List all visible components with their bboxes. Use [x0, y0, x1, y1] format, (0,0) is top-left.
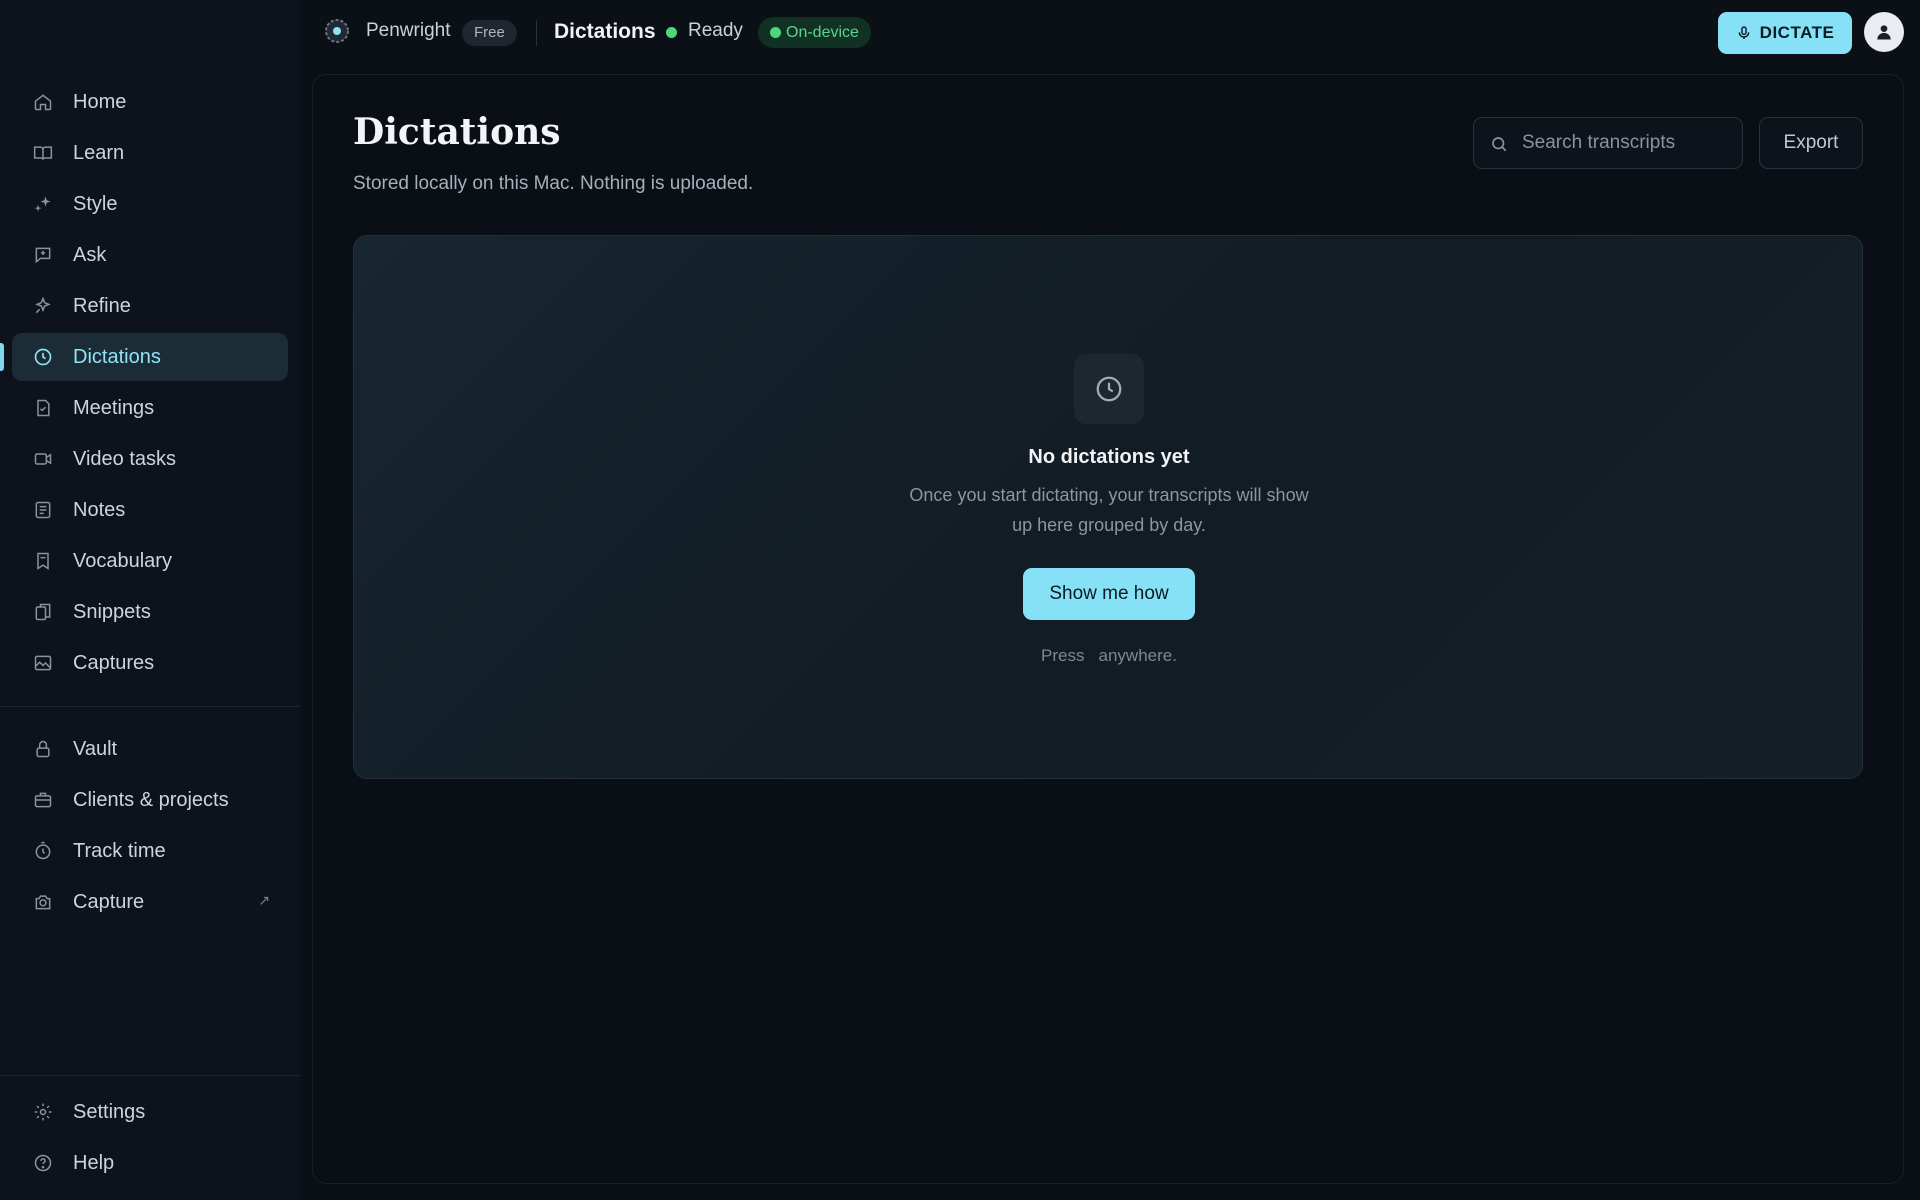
clock-icon	[1074, 354, 1144, 424]
search-icon	[1490, 135, 1508, 153]
hint-press: Press	[1041, 646, 1085, 665]
sidebar-item-label: Style	[73, 192, 118, 215]
status-text: Ready	[688, 20, 743, 41]
page-subtitle: Stored locally on this Mac. Nothing is u…	[353, 173, 754, 194]
sidebar-item-home[interactable]: Home	[12, 78, 288, 126]
sidebar-item-meetings[interactable]: Meetings	[12, 384, 288, 432]
sidebar-item-vault[interactable]: Vault	[12, 725, 288, 773]
sidebar-item-label: Meetings	[73, 396, 155, 419]
refine-icon	[32, 295, 54, 317]
sidebar-item-captures[interactable]: Captures	[12, 639, 288, 687]
user-icon	[1874, 22, 1894, 42]
app-logo-icon	[324, 18, 350, 44]
shortcut-hint: Press anywhere.	[354, 646, 1864, 666]
plan-badge: Free	[462, 20, 517, 46]
sidebar-item-ask[interactable]: Ask	[12, 231, 288, 279]
dictate-button[interactable]: DICTATE	[1718, 12, 1852, 54]
sidebar-item-clients-projects[interactable]: Clients & projects	[12, 776, 288, 824]
empty-state-title: No dictations yet	[1028, 446, 1190, 468]
sidebar-item-video-tasks[interactable]: Video tasks	[12, 435, 288, 483]
empty-state-description: Once you start dictating, your transcrip…	[909, 485, 1309, 535]
empty-state-card: No dictations yet Once you start dictati…	[353, 235, 1863, 779]
sidebar-item-snippets[interactable]: Snippets	[12, 588, 288, 636]
lock-icon	[32, 738, 54, 760]
sidebar-item-label: Notes	[73, 498, 126, 521]
sidebar-item-label: Ask	[73, 243, 107, 266]
search-input[interactable]	[1522, 118, 1732, 168]
search-box[interactable]	[1473, 117, 1743, 169]
notes-icon	[32, 499, 54, 521]
sparkle-icon	[32, 193, 54, 215]
sidebar-item-label: Snippets	[73, 600, 151, 623]
sidebar-item-label: Refine	[73, 294, 131, 317]
topbar-separator	[536, 20, 537, 46]
hint-anywhere: anywhere.	[1098, 646, 1177, 665]
sidebar-item-label: Settings	[73, 1100, 146, 1123]
current-section-title: Dictations	[554, 20, 656, 43]
sidebar-item-label: Dictations	[73, 345, 161, 368]
briefcase-icon	[32, 789, 54, 811]
sidebar-item-help[interactable]: Help	[12, 1139, 288, 1187]
home-icon	[32, 91, 54, 113]
clock-icon	[32, 346, 54, 368]
chat-icon	[32, 244, 54, 266]
book-icon	[32, 142, 54, 164]
sidebar-item-label: Video tasks	[73, 447, 177, 470]
snippets-icon	[32, 601, 54, 623]
top-bar: Penwright Free Dictations Ready On-devic…	[300, 0, 1920, 64]
status-dot	[666, 27, 677, 38]
external-link-icon: ↗	[258, 892, 270, 908]
sidebar-item-notes[interactable]: Notes	[12, 486, 288, 534]
sidebar-item-label: Vault	[73, 737, 118, 760]
sidebar-item-style[interactable]: Style	[12, 180, 288, 228]
sidebar-footer-divider	[0, 1075, 300, 1076]
dictate-label: DICTATE	[1759, 23, 1835, 42]
sidebar-item-label: Capture	[73, 890, 145, 913]
sidebar-item-track-time[interactable]: Track time	[12, 827, 288, 875]
sidebar-item-label: Clients & projects	[73, 788, 229, 811]
sidebar-item-dictations[interactable]: Dictations	[0, 333, 288, 381]
image-icon	[32, 652, 54, 674]
sidebar-item-label: Learn	[73, 141, 125, 164]
sidebar-item-refine[interactable]: Refine	[12, 282, 288, 330]
document-icon	[32, 397, 54, 419]
main-panel: Dictations Stored locally on this Mac. N…	[312, 74, 1904, 1184]
camera-icon	[32, 891, 54, 913]
sidebar-item-label: Vocabulary	[73, 549, 172, 572]
on-device-badge: On-device	[758, 17, 871, 48]
sidebar-item-vocabulary[interactable]: Vocabulary	[12, 537, 288, 585]
video-icon	[32, 448, 54, 470]
sidebar-divider	[0, 706, 300, 707]
sidebar: Home Learn Style Ask Refine Dictations M…	[0, 0, 300, 1200]
export-button[interactable]: Export	[1759, 117, 1863, 169]
sidebar-item-label: Captures	[73, 651, 155, 674]
help-icon	[32, 1152, 54, 1174]
sidebar-item-label: Help	[73, 1151, 115, 1174]
sidebar-item-label: Home	[73, 90, 127, 113]
timer-icon	[32, 840, 54, 862]
bookmark-icon	[32, 550, 54, 572]
microphone-icon	[1736, 24, 1752, 42]
show-me-how-button[interactable]: Show me how	[1023, 568, 1195, 620]
sidebar-item-capture[interactable]: Capture ↗	[12, 878, 288, 926]
sidebar-tools-nav: Vault Clients & projects Track time Capt…	[12, 725, 288, 929]
app-name: Penwright	[366, 20, 451, 41]
sidebar-footer-nav: Settings Help	[12, 1088, 288, 1190]
sidebar-item-label: Track time	[73, 839, 166, 862]
sidebar-item-settings[interactable]: Settings	[12, 1088, 288, 1136]
page-title: Dictations	[353, 111, 561, 153]
user-avatar[interactable]	[1864, 12, 1904, 52]
gear-icon	[32, 1101, 54, 1123]
sidebar-main-nav: Home Learn Style Ask Refine Dictations M…	[0, 78, 288, 690]
sidebar-item-learn[interactable]: Learn	[12, 129, 288, 177]
